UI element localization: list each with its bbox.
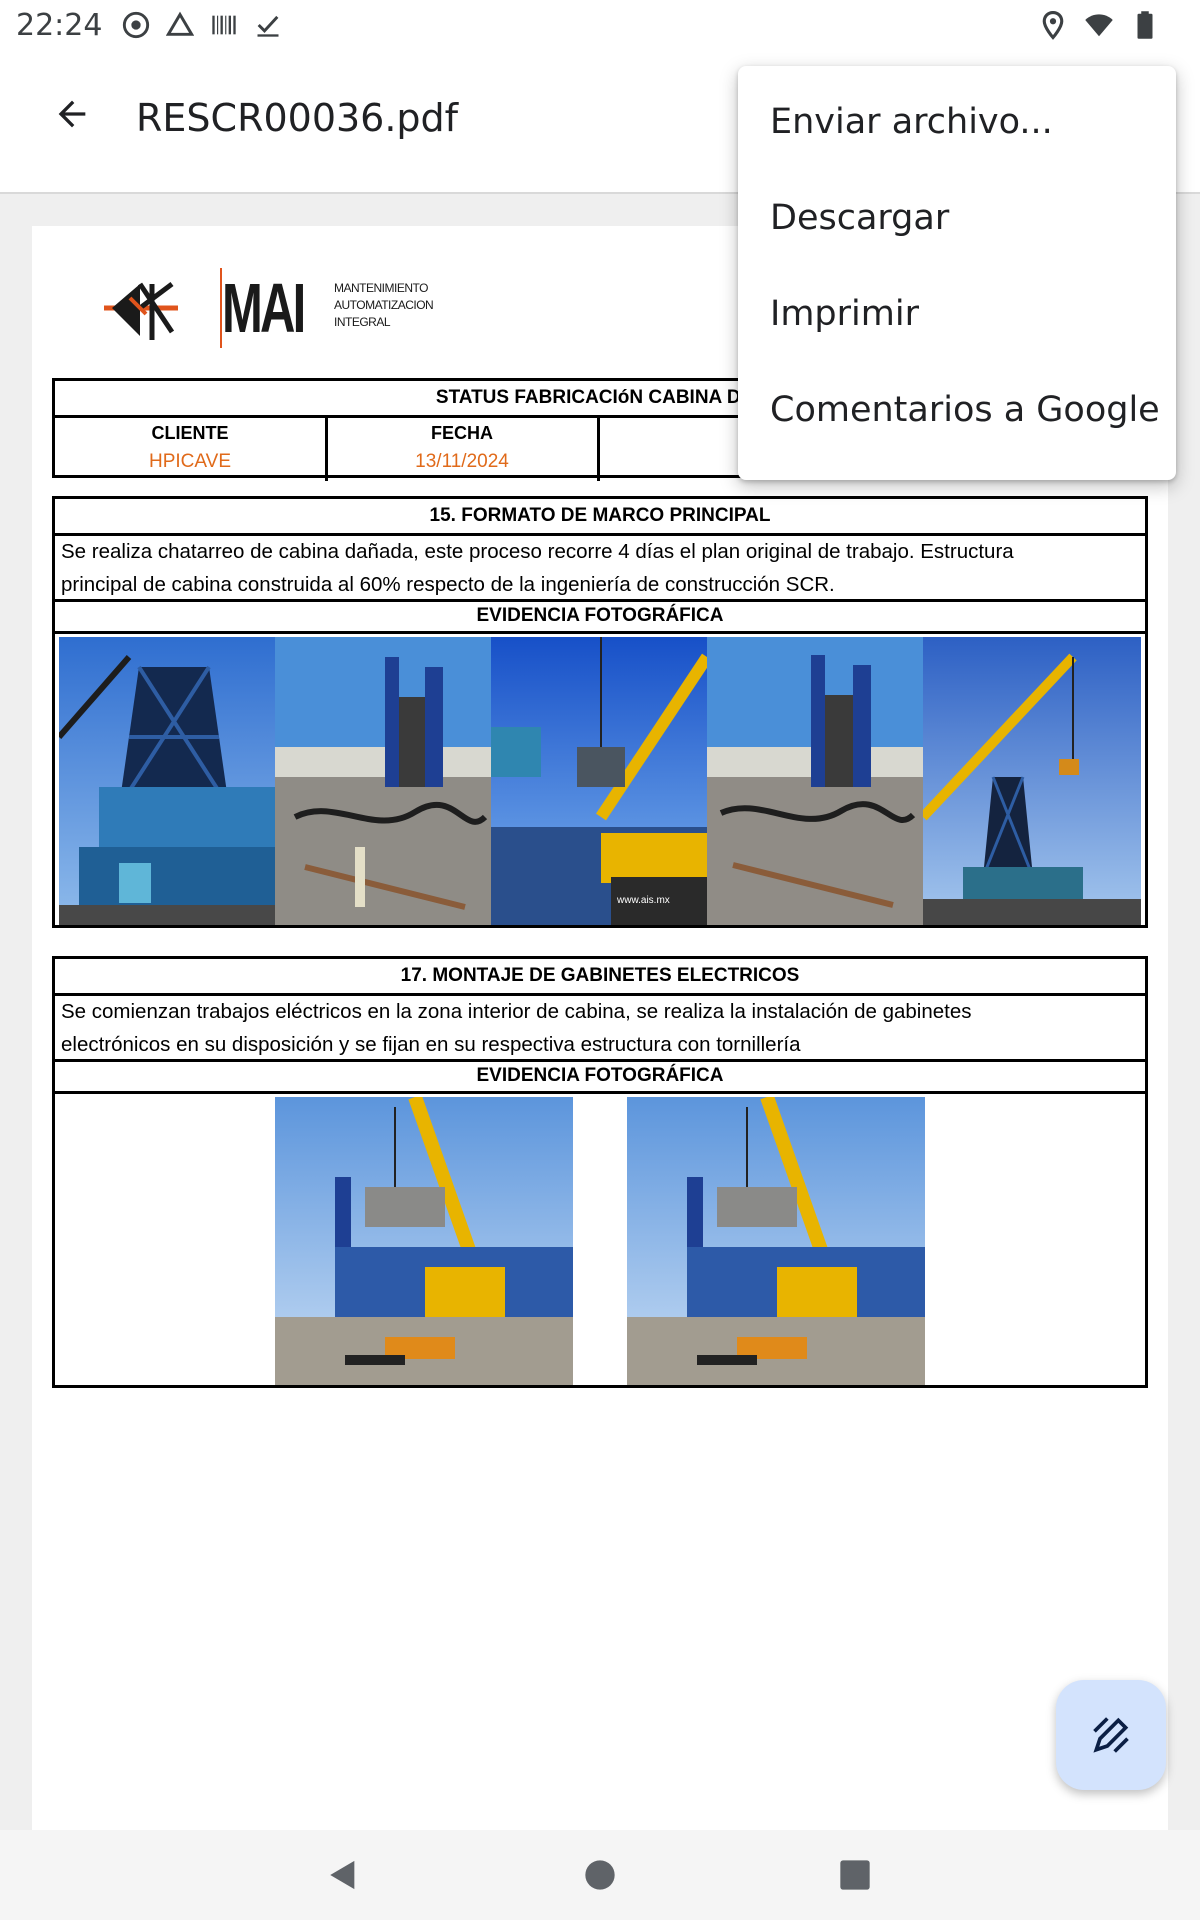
pen-annotate-icon — [1093, 1717, 1129, 1753]
client-value: HPICAVE — [148, 451, 231, 472]
wifi-icon — [1085, 14, 1113, 37]
barcode-icon — [212, 15, 237, 35]
menu-item-send-file[interactable]: Enviar archivo... — [738, 74, 1176, 170]
section-17-text-line2: electrónicos en su disposición y se fija… — [61, 1033, 801, 1056]
photo-cabinets-mounting-1 — [275, 1097, 573, 1385]
nav-home-button[interactable] — [577, 1852, 623, 1898]
section-15-text-line1: Se realiza chatarreo de cabina dañada, e… — [61, 540, 1014, 563]
status-bar: 22:24 — [0, 0, 1200, 50]
section-15-text-line2: principal de cabina construida al 60% re… — [61, 573, 835, 596]
section-17-table: 17. MONTAJE DE GABINETES ELECTRICOS Se c… — [52, 956, 1148, 1388]
section-17-title: 17. MONTAJE DE GABINETES ELECTRICOS — [400, 965, 800, 986]
section-15-evidence-label: EVIDENCIA FOTOGRÁFICA — [476, 605, 724, 626]
svg-text:www.ais.mx: www.ais.mx — [616, 895, 670, 906]
document-title: RESCR00036.pdf — [136, 96, 459, 140]
company-logo: MAI MANTENIMIENTO AUTOMATIZACION INTEGRA… — [102, 268, 434, 348]
nav-back-button[interactable] — [320, 1852, 366, 1898]
square-recents-icon — [840, 1860, 870, 1890]
annotate-button[interactable] — [1056, 1680, 1166, 1790]
date-label: FECHA — [431, 423, 493, 443]
menu-item-download[interactable]: Descargar — [738, 170, 1176, 266]
photo-crane-tower — [923, 637, 1141, 925]
logo-mark-icon — [104, 282, 178, 340]
status-time: 22:24 — [16, 7, 103, 43]
back-button[interactable] — [44, 86, 100, 142]
nav-recents-button[interactable] — [832, 1852, 878, 1898]
overflow-menu: Enviar archivo... Descargar Imprimir Com… — [738, 66, 1176, 480]
client-label: CLIENTE — [151, 423, 229, 443]
photo-cabinets-mounting-2 — [627, 1097, 925, 1385]
section-17-evidence-label: EVIDENCIA FOTOGRÁFICA — [476, 1065, 724, 1086]
date-value: 13/11/2024 — [415, 451, 509, 472]
location-icon — [1042, 10, 1064, 40]
battery-icon — [1137, 11, 1153, 39]
photo-site-frame-2 — [707, 637, 923, 925]
system-nav-bar — [0, 1830, 1200, 1920]
circle-home-icon — [585, 1860, 615, 1890]
section-15-title: 15. FORMATO DE MARCO PRINCIPAL — [429, 505, 771, 526]
task-check-icon — [257, 15, 279, 37]
photo-crane-lift: www.ais.mx — [491, 637, 707, 925]
chrome-icon — [123, 11, 150, 39]
photo-crane-cabin — [59, 637, 275, 925]
section-15-table: 15. FORMATO DE MARCO PRINCIPAL Se realiz… — [52, 496, 1148, 928]
section-17-text-line1: Se comienzan trabajos eléctricos en la z… — [61, 1000, 972, 1023]
triangle-back-icon — [330, 1860, 355, 1890]
logo-subtitle: MANTENIMIENTO AUTOMATIZACION INTEGRAL — [334, 281, 434, 329]
logo-text: MAI — [222, 269, 306, 347]
arrow-back-icon — [58, 100, 86, 128]
menu-item-print[interactable]: Imprimir — [738, 266, 1176, 362]
photo-site-frame — [275, 637, 491, 925]
menu-item-feedback[interactable]: Comentarios a Google — [738, 362, 1176, 458]
drive-icon — [166, 11, 195, 36]
